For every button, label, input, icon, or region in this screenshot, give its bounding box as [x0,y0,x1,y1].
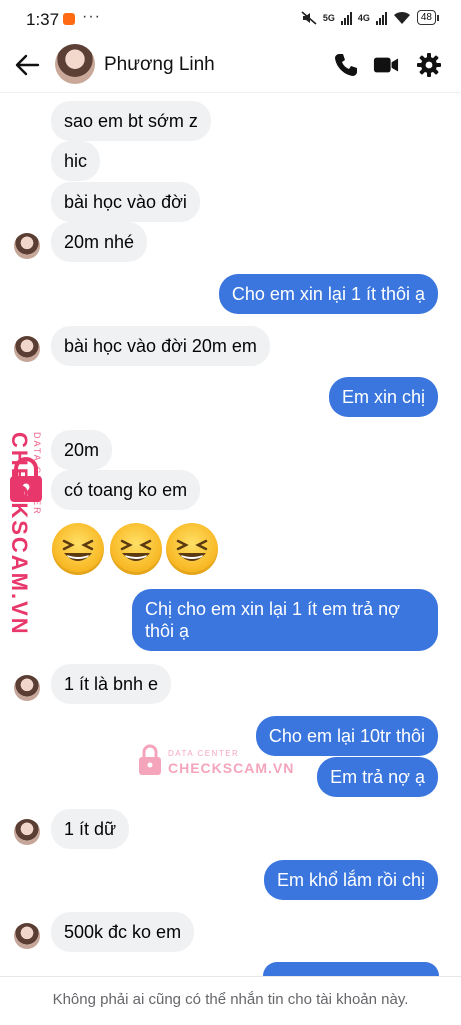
message-line: thôi ạ [145,621,190,641]
contact-avatar[interactable] [55,44,95,84]
muted-sound-icon [301,10,317,25]
laughing-emoji-icon [110,523,162,575]
watermark-small-text: DATA CENTER [168,749,240,758]
message-incoming[interactable]: 20m nhé [51,222,148,262]
status-indicators: 5G 4G 48 [301,10,439,25]
laughing-emoji-icon [166,523,218,575]
message-outgoing-partial[interactable] [263,962,439,976]
sender-avatar[interactable] [14,923,40,949]
restriction-notice: Không phải ai cũng có thể nhắn tin cho t… [52,991,409,1008]
sender-avatar[interactable] [14,233,40,259]
laughing-emoji-icon [52,523,104,575]
status-time: 1:37 [26,10,60,29]
sender-avatar[interactable] [14,819,40,845]
video-call-icon[interactable] [373,52,399,78]
back-arrow-icon[interactable] [14,52,40,78]
message-incoming[interactable]: 1 ít dữ [51,809,130,849]
settings-gear-icon[interactable] [416,52,442,78]
phone-call-icon[interactable] [333,52,359,78]
watermark-brand-text: CHECKSCAM.VN [168,760,295,776]
signal-icon-2 [375,11,387,25]
message-incoming[interactable]: 20m [51,430,113,470]
message-outgoing[interactable]: Cho em lại 10tr thôi [255,716,438,756]
network-type-2: 4G [357,12,370,23]
message-line: Chị cho em xin lại 1 ít em trả nợ [145,599,400,619]
message-incoming[interactable]: bài học vào đời 20m em [51,326,270,366]
message-outgoing[interactable]: Chị cho em xin lại 1 ít em trả nợ thôi ạ [132,589,438,651]
message-outgoing[interactable]: Em trả nợ ạ [317,757,438,797]
message-outgoing[interactable]: Em xin chị [328,377,438,417]
message-incoming[interactable]: 1 ít là bnh e [51,664,172,704]
battery-level: 48 [416,10,436,25]
message-incoming[interactable]: hic [51,141,101,181]
messaging-restriction-footer: Không phải ai cũng có thể nhắn tin cho t… [0,976,461,1025]
contact-name[interactable]: Phương Linh [104,54,215,76]
message-outgoing[interactable]: Em khổ lắm rồi chị [263,860,438,900]
network-type-1: 5G [322,12,335,23]
watermark-small-text: DATA CENTER [32,432,42,516]
message-incoming[interactable]: sao em bt sớm z [51,101,211,141]
watermark-lock-icon [139,744,161,775]
more-notifications-icon: ··· [82,8,101,25]
watermark-side: DATA CENTER CHECKSCAM.VN [2,432,42,692]
message-incoming[interactable]: bài học vào đời [51,182,200,222]
wifi-icon [393,11,410,24]
message-incoming[interactable]: có toang ko em [51,470,201,510]
status-bar: 1:37 ··· 5G 4G 48 [0,0,461,38]
chat-header: Phương Linh [0,38,461,93]
sender-avatar[interactable] [14,336,40,362]
battery-icon: 48 [416,10,439,25]
signal-icon [340,11,352,25]
watermark-brand-text: CHECKSCAM.VN [7,432,32,636]
message-incoming[interactable]: 500k đc ko em [51,912,195,952]
message-outgoing[interactable]: Cho em xin lại 1 ít thôi ạ [218,274,438,314]
mi-notification-icon [63,13,75,25]
